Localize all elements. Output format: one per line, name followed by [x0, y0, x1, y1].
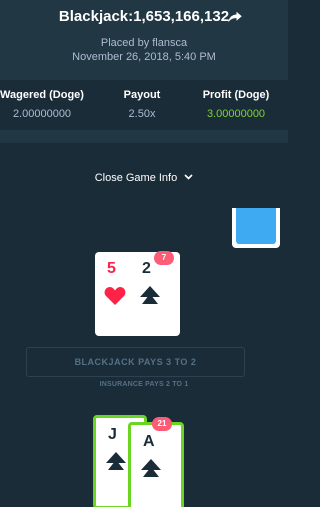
- stat-payout-value: 2.50x: [128, 108, 156, 120]
- card-rank: J: [108, 426, 117, 443]
- chevron-down-icon: [184, 174, 193, 180]
- share-arrow-icon[interactable]: [226, 8, 244, 26]
- card-rank: A: [143, 433, 155, 450]
- stat-wagered-label: Wagered (Doge): [0, 89, 84, 101]
- bet-stats: Wagered (Doge) 2.00000000 Payout 2.50x P…: [0, 80, 288, 130]
- hearts-icon: [104, 287, 126, 305]
- card-back-pattern: [236, 208, 276, 244]
- dealer-card-2: 2: [130, 252, 180, 336]
- dealer-card-back: [232, 208, 280, 248]
- title-row: Blackjack:1,653,166,132: [0, 6, 288, 28]
- card-rank: 5: [107, 260, 116, 277]
- placed-by-text: Placed by flansca: [100, 37, 188, 49]
- bet-date: November 26, 2018, 5:40 PM: [72, 51, 216, 63]
- spades-icon: [140, 286, 160, 304]
- card-rank: 2: [142, 260, 151, 277]
- player-card-2: A: [128, 422, 184, 507]
- spades-icon: [141, 459, 161, 477]
- stat-wagered: Wagered (Doge) 2.00000000: [0, 80, 94, 130]
- spades-icon: [106, 452, 126, 470]
- stat-profit: Profit (Doge) 3.00000000: [184, 80, 288, 130]
- bet-title: Blackjack:1,653,166,132: [58, 8, 230, 25]
- player-score-badge: 21: [152, 417, 172, 431]
- insurance-text: INSURANCE PAYS 2 TO 1: [99, 381, 189, 388]
- close-game-info-button[interactable]: Close Game Info: [0, 172, 288, 184]
- blackjack-pays-banner: BLACKJACK PAYS 3 TO 2: [26, 347, 245, 377]
- close-game-info-label: Close Game Info: [94, 172, 178, 184]
- dealer-score-badge: 7: [154, 251, 174, 265]
- stat-profit-label: Profit (Doge): [202, 89, 270, 101]
- stat-wagered-value: 2.00000000: [12, 108, 72, 120]
- stat-payout: Payout 2.50x: [94, 80, 190, 130]
- stat-profit-value: 3.00000000: [206, 108, 266, 120]
- stat-payout-label: Payout: [123, 89, 161, 101]
